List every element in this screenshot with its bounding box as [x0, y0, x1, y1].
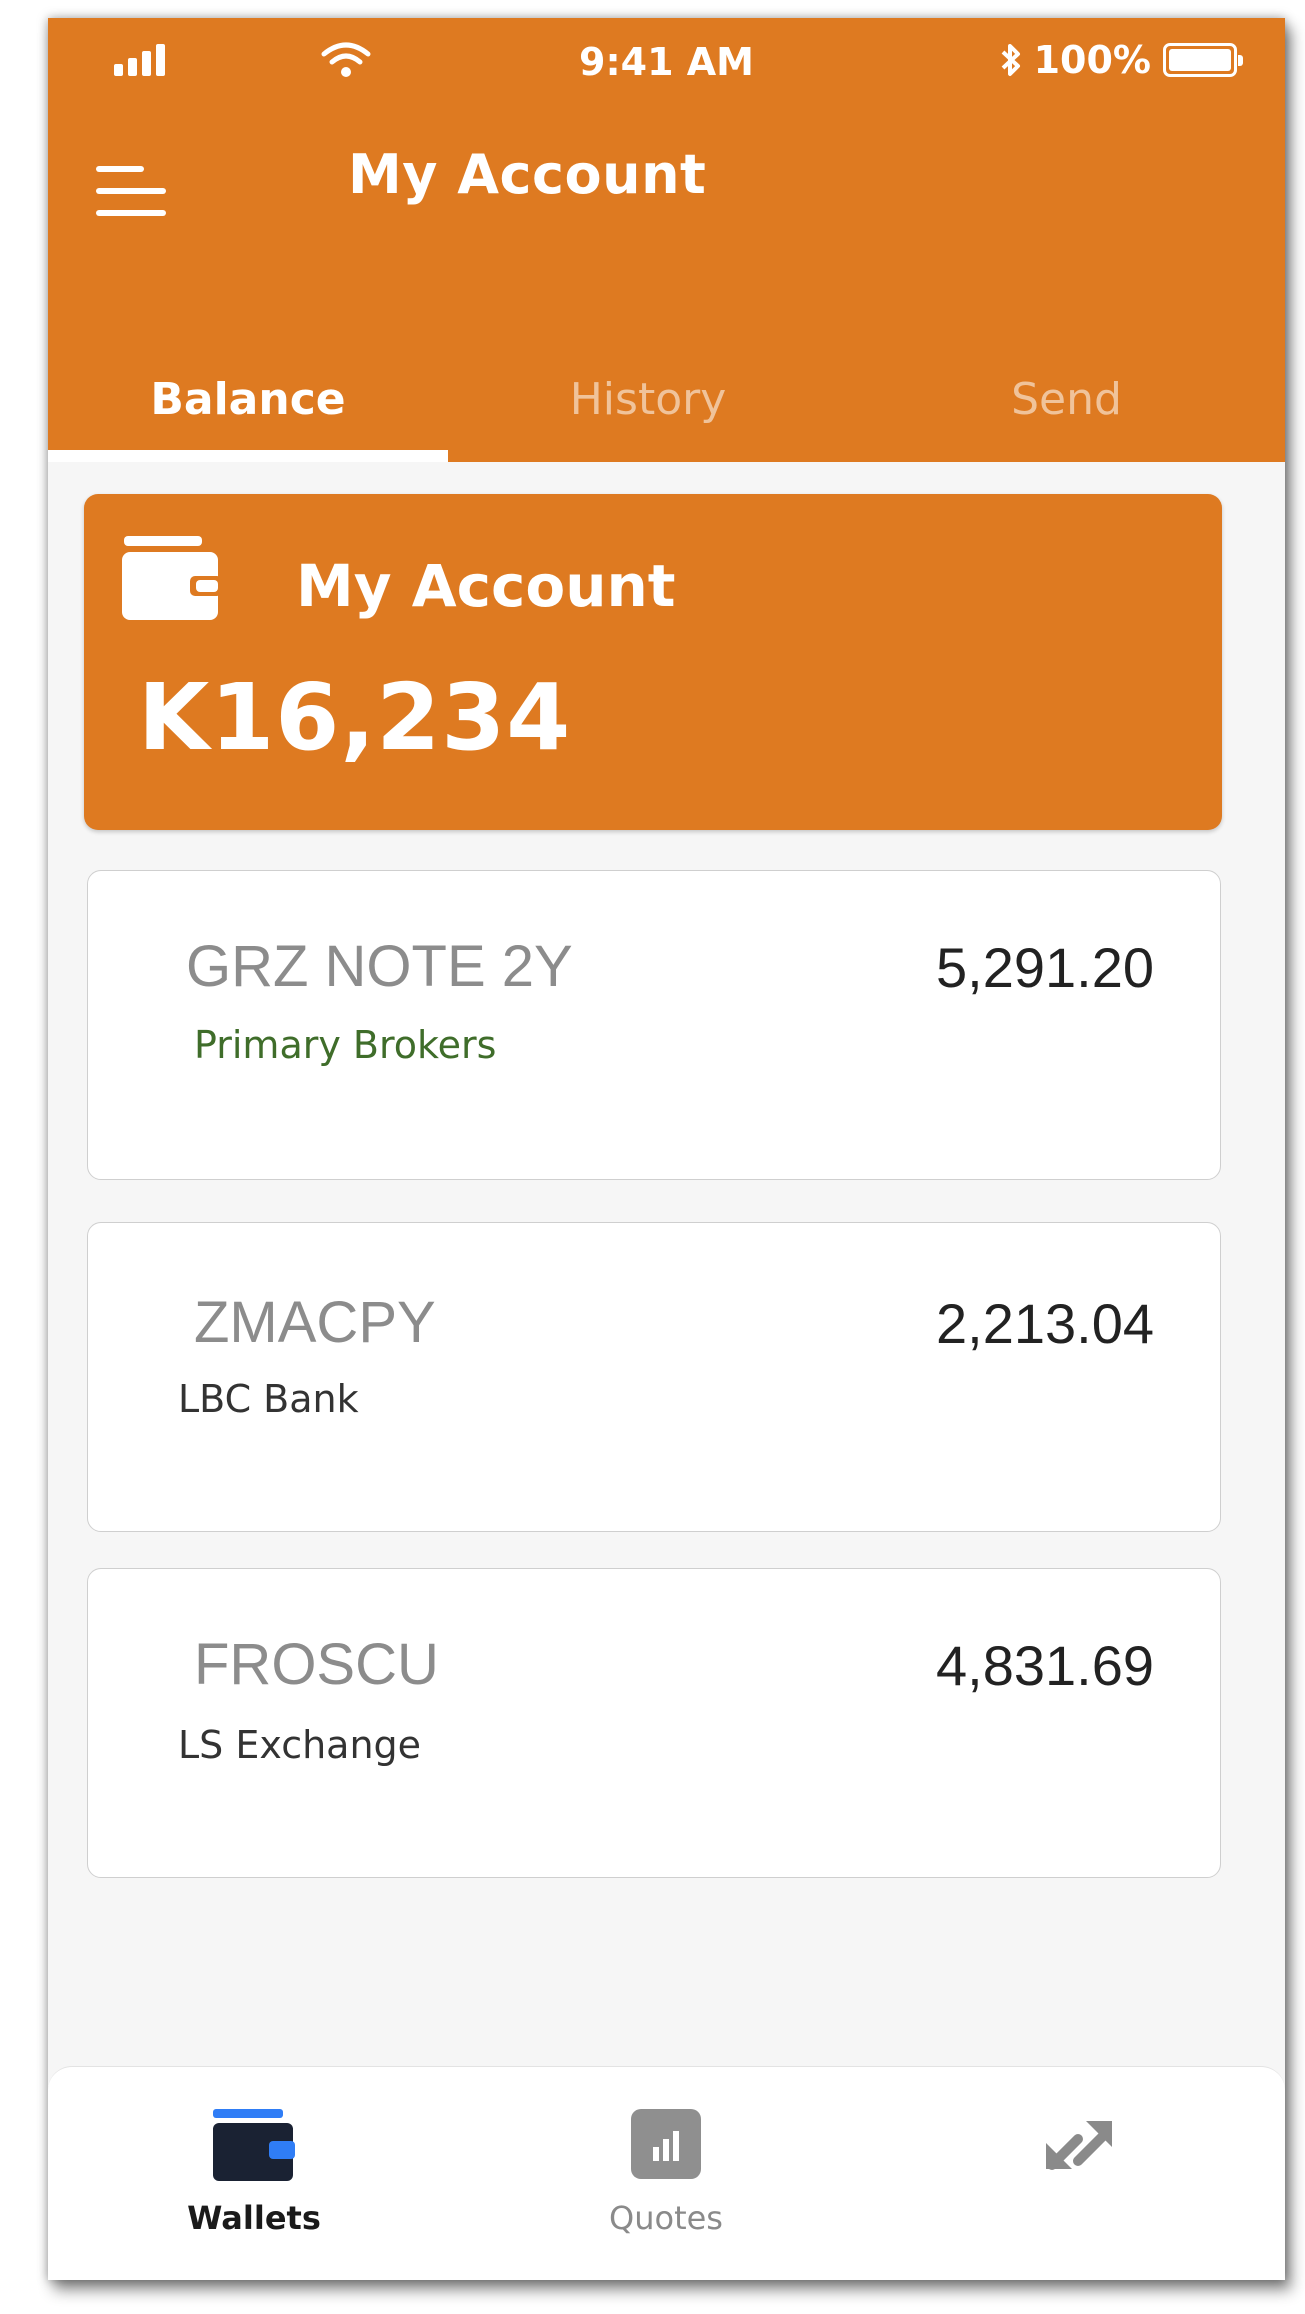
active-tab-indicator — [48, 450, 448, 462]
account-name: My Account — [296, 552, 676, 620]
wallet-icon — [122, 536, 222, 620]
holding-value: 5,291.20 — [936, 936, 1154, 999]
hamburger-menu-icon[interactable] — [96, 158, 166, 220]
nav-wallets[interactable]: Wallets — [48, 2067, 460, 2280]
holding-card[interactable]: GRZ NOTE 2Y Primary Brokers 5,291.20 — [87, 870, 1221, 1180]
holding-code: GRZ NOTE 2Y — [186, 934, 573, 999]
holding-code: ZMACPY — [194, 1290, 436, 1355]
tab-send[interactable]: Send — [848, 336, 1285, 462]
tab-balance[interactable]: Balance — [48, 336, 448, 462]
status-bar: 9:41 AM 100% — [48, 18, 1285, 108]
status-right: 100% — [1000, 38, 1243, 82]
exchange-arrows-icon — [1046, 2121, 1112, 2170]
nav-label: Quotes — [609, 2199, 723, 2237]
holding-value: 2,213.04 — [936, 1292, 1154, 1355]
tab-history[interactable]: History — [448, 336, 848, 462]
phone-screen: 9:41 AM 100% My Account Balance History … — [48, 18, 1285, 2280]
app-header: 9:41 AM 100% My Account Balance History … — [48, 18, 1285, 462]
holding-issuer: LS Exchange — [178, 1723, 422, 1767]
holding-code: FROSCU — [194, 1632, 439, 1697]
page-title: My Account — [348, 143, 707, 206]
holding-issuer: LBC Bank — [178, 1377, 359, 1421]
holding-card[interactable]: FROSCU LS Exchange 4,831.69 — [87, 1568, 1221, 1878]
battery-percent: 100% — [1033, 38, 1151, 82]
nav-exchange[interactable] — [872, 2067, 1284, 2280]
nav-label: Wallets — [187, 2199, 321, 2237]
bottom-navigation: Wallets Quotes — [48, 2066, 1285, 2280]
account-summary-card[interactable]: My Account K16,234 — [84, 494, 1222, 830]
holding-value: 4,831.69 — [936, 1634, 1154, 1697]
battery-icon — [1163, 43, 1243, 77]
account-balance: K16,234 — [138, 664, 572, 771]
holding-issuer: Primary Brokers — [194, 1023, 497, 1067]
holding-card[interactable]: ZMACPY LBC Bank 2,213.04 — [87, 1222, 1221, 1532]
tab-bar: Balance History Send — [48, 336, 1285, 462]
wallet-icon — [213, 2109, 295, 2181]
nav-quotes[interactable]: Quotes — [460, 2067, 872, 2280]
bluetooth-icon — [1001, 44, 1020, 76]
bar-chart-icon — [631, 2109, 701, 2179]
